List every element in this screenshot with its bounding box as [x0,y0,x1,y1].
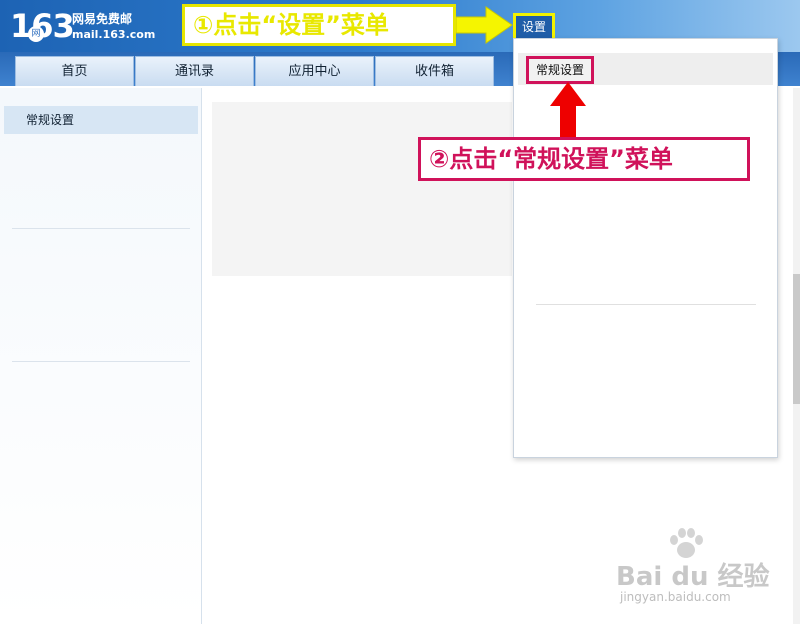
logo-badge-icon: 网 [28,26,44,42]
watermark-url: jingyan.baidu.com [620,590,731,604]
dropdown-divider [536,304,756,305]
sidebar-item-general-settings[interactable]: 常规设置 [4,106,198,134]
sidebar-divider [12,361,190,362]
brand-domain: mail.163.com [72,28,156,41]
dropdown-row: 常规设置 [518,53,773,85]
sidebar-divider [12,228,190,229]
settings-sidebar: 常规设置 [0,88,202,624]
logo[interactable]: 163 [10,6,75,46]
annotation-step-2: ②点击“常规设置”菜单 [418,137,750,181]
page-scrollbar[interactable] [793,88,800,624]
scrollbar-thumb[interactable] [793,274,800,404]
tab-contacts[interactable]: 通讯录 [135,56,254,86]
brand-name: 网易免费邮 [72,12,133,26]
annotation-step-1: ①点击“设置”菜单 [182,4,456,46]
settings-menu-button[interactable]: 设置 [513,13,555,41]
tab-home[interactable]: 首页 [15,56,134,86]
tab-inbox[interactable]: 收件箱 [375,56,494,86]
menu-item-general-settings[interactable]: 常规设置 [526,56,595,84]
content-panel [212,102,512,276]
arrow-up-icon [550,82,586,138]
watermark-logo: Bai du 经验 [616,562,770,592]
arrow-right-icon [456,6,513,44]
tab-app-center[interactable]: 应用中心 [255,56,374,86]
